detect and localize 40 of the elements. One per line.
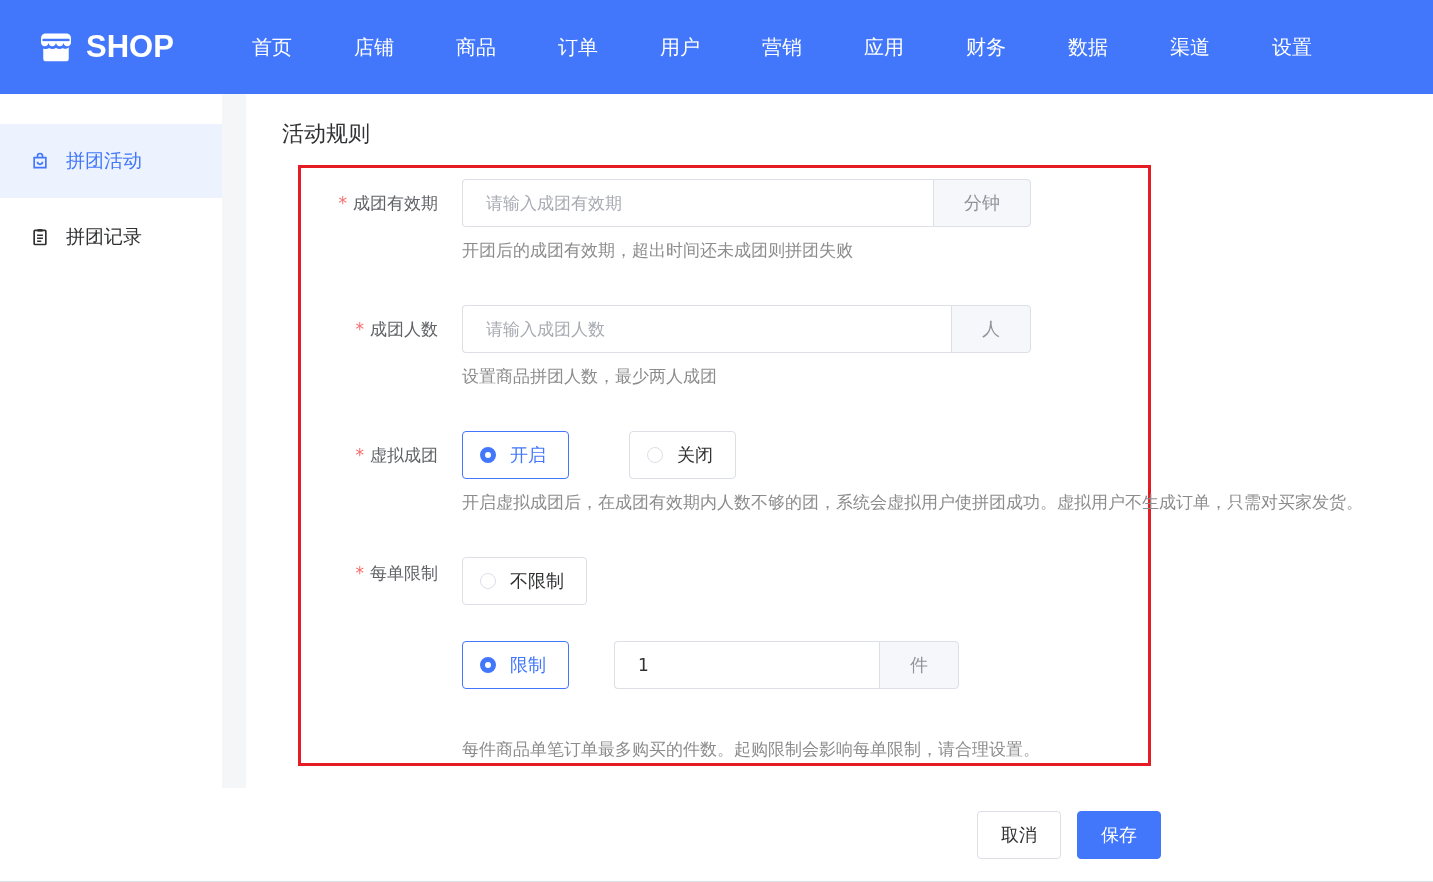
nav-link[interactable]: 财务: [966, 27, 1068, 67]
nav-link[interactable]: 数据: [1068, 27, 1170, 67]
nav-link[interactable]: 首页: [252, 27, 354, 67]
unit-label: 人: [951, 305, 1031, 353]
field-label: 虚拟成团: [370, 445, 438, 465]
radio-option[interactable]: 关闭: [629, 431, 736, 479]
section-title: 活动规则: [282, 120, 371, 148]
input-field[interactable]: 1: [614, 641, 879, 689]
nav-link[interactable]: 订单: [558, 27, 660, 67]
unit-label: 件: [879, 641, 959, 689]
field-label: 成团有效期: [353, 193, 438, 213]
field-label: 成团人数: [370, 319, 438, 339]
unit-label: 分钟: [933, 179, 1031, 227]
logo-text: SHOP: [86, 29, 174, 65]
input-field[interactable]: 请输入成团人数: [462, 305, 951, 353]
shopping-bag-icon: [30, 151, 50, 171]
save-button[interactable]: 保存: [1077, 810, 1161, 859]
required-mark: *: [355, 563, 364, 583]
sidebar-item[interactable]: 拼团记录: [0, 200, 222, 274]
clipboard-icon: [30, 227, 50, 247]
cancel-button[interactable]: 取消: [977, 810, 1061, 859]
required-mark: *: [355, 445, 364, 465]
nav-link[interactable]: 营销: [762, 27, 864, 67]
nav-link[interactable]: 用户: [660, 27, 762, 67]
required-mark: *: [355, 319, 364, 339]
required-mark: *: [338, 193, 347, 213]
nav-link[interactable]: 应用: [864, 27, 966, 67]
field-label: 每单限制: [370, 563, 438, 583]
nav-link[interactable]: 店铺: [354, 27, 456, 67]
sidebar-item[interactable]: 拼团活动: [0, 124, 222, 198]
help-text: 开团后的成团有效期，超出时间还未成团则拼团失败: [462, 239, 854, 262]
nav-link[interactable]: 商品: [456, 27, 558, 67]
radio-option[interactable]: 不限制: [462, 557, 587, 605]
input-field[interactable]: 请输入成团有效期: [462, 179, 933, 227]
nav-link[interactable]: 渠道: [1170, 27, 1272, 67]
nav-link[interactable]: 设置: [1272, 27, 1374, 67]
help-text: 每件商品单笔订单最多购买的件数。起购限制会影响每单限制，请合理设置。: [462, 738, 1040, 761]
radio-option[interactable]: 开启: [462, 431, 569, 479]
radio-option[interactable]: 限制: [462, 641, 569, 689]
help-text: 设置商品拼团人数，最少两人成团: [462, 365, 718, 388]
